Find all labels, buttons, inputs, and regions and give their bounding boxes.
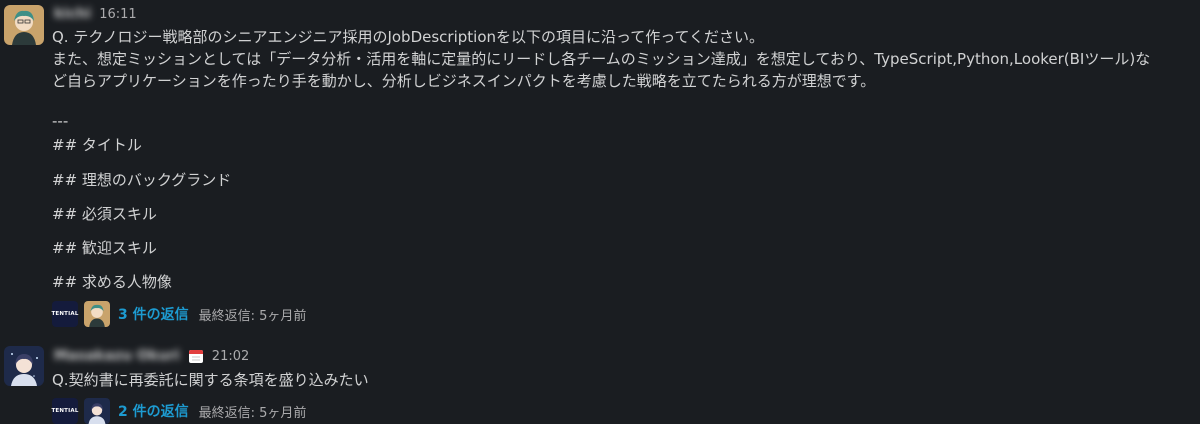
workspace-badge: TENTIAL (51, 398, 78, 424)
thread-replies[interactable]: TENTIAL 2 件の返信 最終返信: 5ヶ月前 (51, 398, 307, 424)
sender-name[interactable]: kichi (54, 6, 91, 22)
message-line: Q.契約書に再委託に関する条項を盛り込みたい (52, 371, 369, 389)
message-timestamp[interactable]: 16:11 (99, 7, 136, 22)
section-heading-required-skills: ## 必須スキル (52, 205, 157, 223)
section-heading-preferred-skills: ## 歓迎スキル (52, 239, 157, 257)
section-heading-background: ## 理想のバックグランド (52, 171, 232, 189)
last-reply-time: 最終返信: 5ヶ月前 (198, 405, 307, 421)
message-body: Q.契約書に再委託に関する条項を盛り込みたい (52, 369, 369, 391)
message-line: Q. テクノロジー戦略部のシニアエンジニア採用のJobDescriptionを以… (52, 28, 765, 46)
message-timestamp[interactable]: 21:02 (212, 349, 249, 364)
message-line: また、想定ミッションとしては「データ分析・活用を軸に定量的にリードし各チームのミ… (52, 50, 1151, 68)
section-heading-title: ## タイトル (52, 136, 142, 154)
section-heading-persona: ## 求める人物像 (52, 273, 172, 291)
message-2: Masakazu Okuri 21:02 Q.契約書に再委託に関する条項を盛り込… (0, 340, 1200, 424)
workspace-badge: TENTIAL (51, 301, 78, 327)
separator-text: --- (52, 112, 69, 130)
reply-count-link[interactable]: 2 件の返信 (118, 401, 189, 421)
reply-avatar (84, 398, 110, 424)
message-line: ど自らアプリケーションを作ったり手を動かし、分析しビジネスインパクトを考慮した戦… (52, 72, 876, 90)
sender-name[interactable]: Masakazu Okuri (54, 348, 180, 364)
calendar-icon (188, 348, 204, 364)
user-avatar[interactable] (4, 5, 44, 45)
thread-replies[interactable]: TENTIAL 3 件の返信 最終返信: 5ヶ月前 (51, 301, 307, 327)
reply-count-link[interactable]: 3 件の返信 (118, 304, 189, 324)
user-avatar[interactable] (4, 346, 44, 386)
reply-avatar (84, 301, 110, 327)
message-1: kichi 16:11 Q. テクノロジー戦略部のシニアエンジニア採用のJobD… (0, 0, 1200, 330)
message-body: Q. テクノロジー戦略部のシニアエンジニア採用のJobDescriptionを以… (52, 26, 1150, 92)
last-reply-time: 最終返信: 5ヶ月前 (198, 308, 307, 324)
